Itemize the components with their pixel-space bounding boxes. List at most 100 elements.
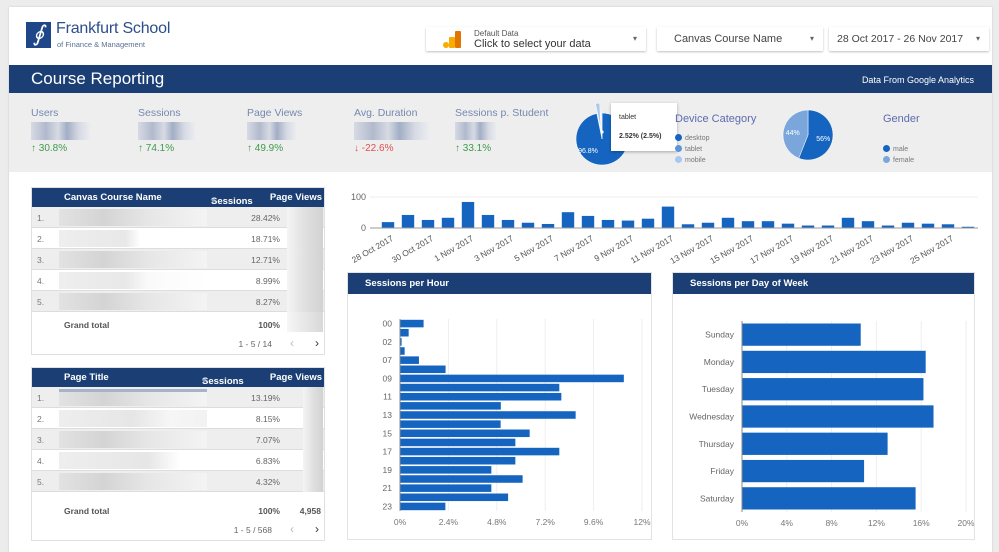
column-header-page-views[interactable]: Page Views	[270, 372, 322, 383]
bar-19	[400, 466, 492, 474]
table-row[interactable]: 1. 13.19%	[32, 387, 324, 408]
arrow-down-icon: ↓	[354, 143, 359, 154]
x-tick-label: 12%	[633, 517, 650, 527]
sessions-value: 7.07%	[255, 435, 280, 445]
y-tick-label: 15	[383, 428, 393, 438]
x-tick-label: 12%	[868, 518, 885, 528]
grand-total-sessions: 100%	[258, 320, 280, 330]
table-row[interactable]: 5. 8.27%	[32, 291, 324, 312]
legend-item-mobile[interactable]: mobile	[675, 155, 710, 166]
redacted-page-title	[59, 431, 207, 448]
kpi-label: Users	[31, 107, 59, 119]
x-tick-label: 17 Nov 2017	[748, 233, 795, 264]
legend-item-male[interactable]: male	[883, 144, 914, 155]
logo-mark-icon: ∮	[26, 22, 51, 48]
previous-page-button[interactable]: ‹	[290, 336, 294, 350]
kpi-label: Sessions	[138, 107, 181, 119]
table-row[interactable]: 4. 6.83%	[32, 450, 324, 471]
google-analytics-icon	[443, 31, 461, 48]
data-source-small-label: Default Data	[474, 29, 519, 38]
redacted-course-name	[59, 293, 207, 310]
table-row[interactable]: 1. 28.42%	[32, 207, 324, 228]
bar-21	[400, 484, 492, 492]
bar-10	[400, 383, 560, 392]
data-source-selector[interactable]: Default Data Click to select your data ▾	[426, 27, 646, 51]
table-row[interactable]: 4. 8.99%	[32, 270, 324, 291]
table-row[interactable]: 3. 7.07%	[32, 429, 324, 450]
redacted-page-title	[59, 452, 207, 469]
bar-4-nov-2017	[521, 222, 535, 228]
y-tick-label: Saturday	[700, 493, 735, 503]
x-tick-label: 11 Nov 2017	[629, 233, 675, 264]
redacted-course-name	[59, 251, 207, 268]
bar-9-nov-2017	[621, 220, 635, 228]
gender-title: Gender	[883, 113, 920, 125]
x-tick-label: 19 Nov 2017	[788, 233, 835, 264]
bar-2-nov-2017	[481, 214, 495, 228]
redacted-page-title	[59, 389, 207, 406]
column-header-page-views[interactable]: Page Views	[270, 192, 322, 203]
bar-14	[400, 420, 501, 428]
next-page-button[interactable]: ›	[315, 522, 319, 536]
date-range-picker[interactable]: 28 Oct 2017 - 26 Nov 2017 ▾	[829, 27, 989, 51]
panel-title: Sessions per Day of Week	[673, 273, 974, 294]
kpi-value-redacted	[247, 122, 297, 140]
sessions-value: 28.42%	[251, 213, 280, 223]
x-tick-label: 1 Nov 2017	[432, 233, 475, 264]
x-tick-label: 2.4%	[439, 517, 459, 527]
table-row[interactable]: 2. 8.15%	[32, 408, 324, 429]
kpi-value-redacted	[138, 122, 196, 140]
column-header-page-title[interactable]: Page Title	[64, 372, 109, 383]
table-row[interactable]: 2. 18.71%	[32, 228, 324, 249]
legend-item-tablet[interactable]: tablet	[675, 144, 710, 155]
table-pagination: 1 - 5 / 14 ‹ ›	[32, 336, 324, 354]
kpi-scorecards: Users ↑ 30.8% Sessions ↑ 74.1% Page View…	[9, 93, 992, 172]
previous-page-button[interactable]: ‹	[290, 522, 294, 536]
bar-24-nov-2017	[921, 223, 935, 228]
sessions-per-day-chart: 100 028 Oct 201730 Oct 20171 Nov 20173 No…	[350, 192, 978, 264]
redacted-course-name	[59, 272, 207, 289]
next-page-button[interactable]: ›	[315, 336, 319, 350]
bar-3-nov-2017	[501, 219, 515, 228]
bar-15-nov-2017	[741, 221, 755, 228]
y-tick-label: Wednesday	[689, 412, 734, 422]
y-tick-label: 00	[383, 319, 393, 329]
legend-dot-icon	[675, 156, 682, 163]
bar-20	[400, 475, 523, 483]
sessions-value: 12.71%	[251, 255, 280, 265]
sessions-per-weekday-panel: Sessions per Day of Week 0% 4% 8% 12% 16% 20%…	[672, 272, 975, 540]
bar-01	[400, 328, 409, 337]
y-tick-label: 100	[351, 192, 366, 202]
panel-title: Sessions per Hour	[348, 273, 651, 294]
legend-item-female[interactable]: female	[883, 155, 914, 166]
course-filter-label: Canvas Course Name	[674, 33, 783, 45]
pagination-range: 1 - 5 / 568	[233, 525, 272, 535]
x-tick-label: 13 Nov 2017	[668, 233, 715, 264]
table-row[interactable]: 3. 12.71%	[32, 249, 324, 270]
y-tick-label: 0	[361, 223, 366, 233]
kpi-value-redacted	[455, 122, 497, 140]
bar-12-nov-2017	[681, 224, 695, 228]
bar-30-oct-2017	[421, 219, 435, 228]
bar-17-nov-2017	[781, 223, 795, 228]
frankfurt-school-logo: ∮ Frankfurt School of Finance & Manageme…	[26, 20, 170, 52]
legend-item-desktop[interactable]: desktop	[675, 133, 710, 144]
x-tick-label: 16%	[913, 518, 930, 528]
column-header-course-name[interactable]: Canvas Course Name	[64, 192, 162, 203]
data-source-main-label: Click to select your data	[474, 38, 591, 50]
page-title: Course Reporting	[31, 69, 165, 88]
table-row[interactable]: 5. 4.32%	[32, 471, 324, 492]
sessions-value: 8.15%	[255, 414, 280, 424]
bar-friday	[742, 459, 865, 483]
course-name-filter[interactable]: Canvas Course Name ▾	[657, 27, 823, 51]
bar-8-nov-2017	[601, 219, 615, 228]
gender-pie-chart[interactable]: 56% 44%	[777, 106, 839, 164]
bar-21-nov-2017	[861, 221, 875, 228]
kpi-page-views: Page Views ↑ 49.9%	[247, 107, 302, 154]
pie-label: 56%	[816, 136, 830, 143]
redacted-page-title	[59, 473, 207, 490]
grand-total-row: Grand total 100% 4,958	[32, 492, 324, 522]
pagination-range: 1 - 5 / 14	[238, 339, 272, 349]
redacted-page-views	[287, 249, 323, 270]
device-category-title: Device Category	[675, 113, 757, 125]
